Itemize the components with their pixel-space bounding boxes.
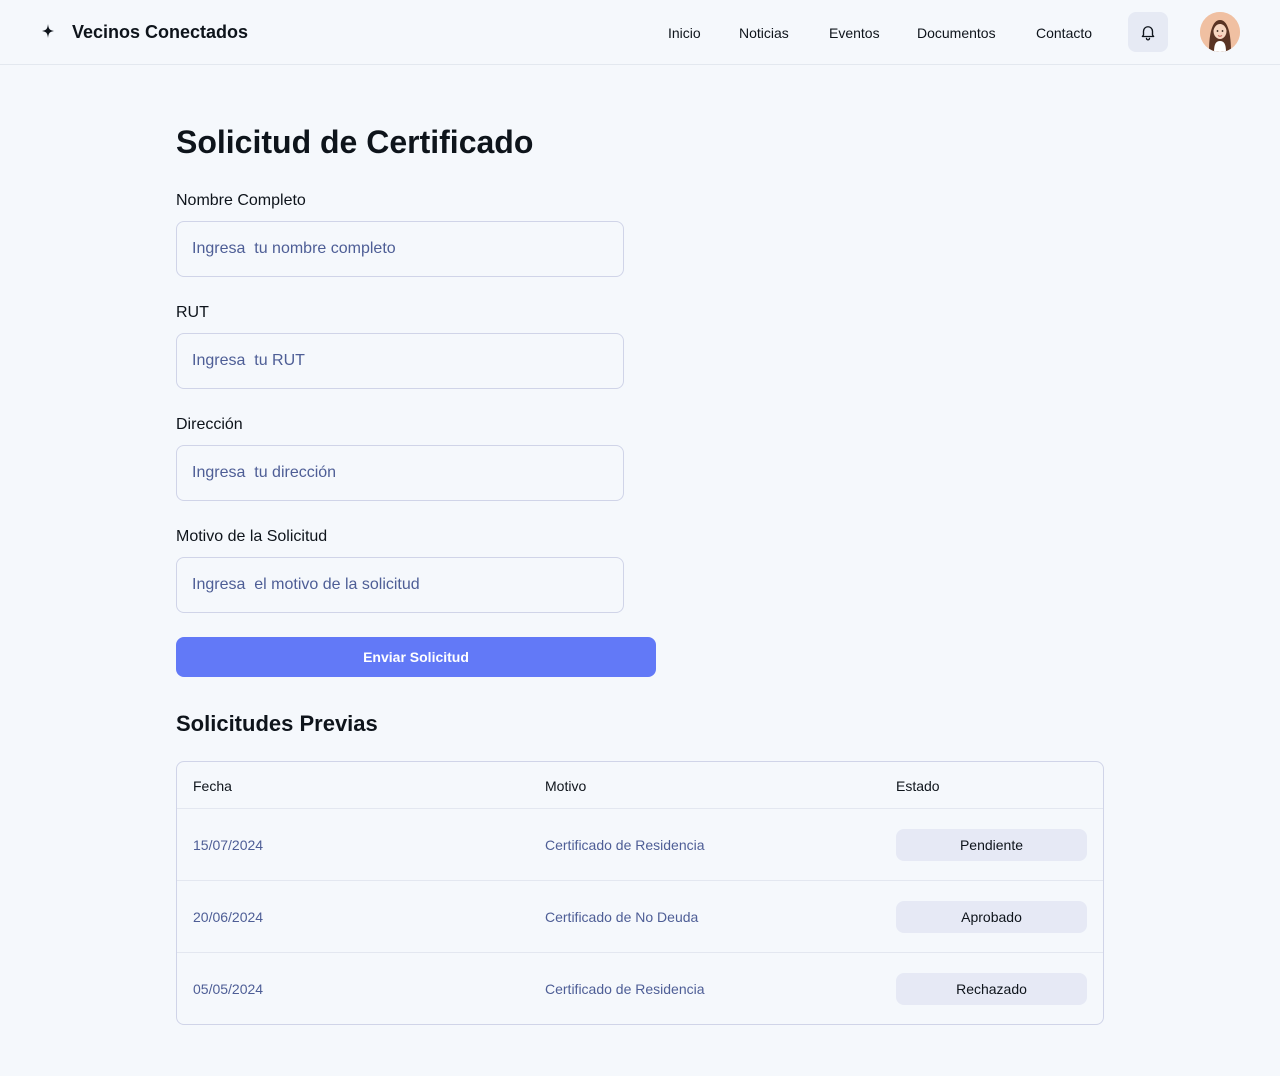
previous-requests-table: Fecha Motivo Estado 15/07/2024 Certifica… [176, 761, 1104, 1025]
column-header-fecha: Fecha [193, 778, 232, 794]
user-avatar[interactable] [1200, 12, 1240, 52]
table-row: 20/06/2024 Certificado de No Deuda Aprob… [177, 881, 1103, 953]
row-date: 05/05/2024 [193, 981, 264, 997]
status-badge: Rechazado [896, 973, 1087, 1005]
nav-item-noticias[interactable]: Noticias [739, 24, 789, 42]
status-badge: Aprobado [896, 901, 1087, 933]
previous-requests-title: Solicitudes Previas [176, 711, 378, 736]
nav-item-contacto[interactable]: Contacto [1036, 24, 1092, 42]
row-date: 15/07/2024 [193, 837, 264, 853]
column-header-motivo: Motivo [545, 778, 587, 794]
table-row: 05/05/2024 Certificado de Residencia Rec… [177, 953, 1103, 1024]
rut-label: RUT [176, 304, 209, 321]
reason-label: Motivo de la Solicitud [176, 528, 328, 545]
notifications-button[interactable] [1128, 12, 1168, 52]
address-input[interactable] [176, 445, 624, 501]
row-reason: Certificado de Residencia [545, 981, 705, 997]
nav-item-eventos[interactable]: Eventos [829, 24, 880, 42]
brand-name[interactable]: Vecinos Conectados [72, 21, 248, 43]
nav-item-inicio[interactable]: Inicio [668, 24, 701, 42]
reason-input[interactable] [176, 557, 624, 613]
table-header: Fecha Motivo Estado [177, 762, 1103, 809]
submit-request-button[interactable]: Enviar Solicitud [176, 637, 656, 677]
full-name-label: Nombre Completo [176, 192, 306, 209]
rut-input[interactable] [176, 333, 624, 389]
address-label: Dirección [176, 416, 243, 433]
status-badge: Pendiente [896, 829, 1087, 861]
row-date: 20/06/2024 [193, 909, 264, 925]
column-header-estado: Estado [896, 778, 940, 794]
top-navbar: Vecinos Conectados Inicio Noticias Event… [0, 0, 1280, 65]
sparkle-icon [40, 22, 56, 40]
bell-icon [1139, 23, 1157, 41]
page-title: Solicitud de Certificado [176, 124, 534, 160]
nav-item-documentos[interactable]: Documentos [917, 24, 996, 42]
row-reason: Certificado de No Deuda [545, 909, 699, 925]
table-row: 15/07/2024 Certificado de Residencia Pen… [177, 809, 1103, 881]
row-reason: Certificado de Residencia [545, 837, 705, 853]
full-name-input[interactable] [176, 221, 624, 277]
